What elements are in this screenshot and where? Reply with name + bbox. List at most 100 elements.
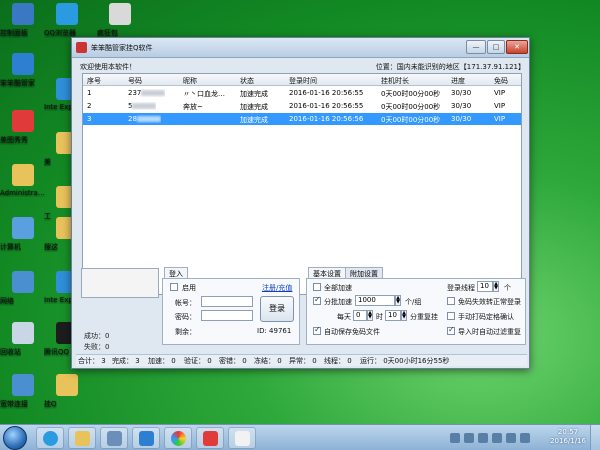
- col-qq[interactable]: 号码: [128, 76, 142, 86]
- desktop-icon-meitu[interactable]: 美图秀秀: [0, 110, 46, 144]
- taskbar-explorer[interactable]: [68, 427, 96, 449]
- cell-duration: 0天00时00分00秒: [381, 90, 441, 98]
- hour-spinner[interactable]: ▲ ▼: [367, 310, 373, 321]
- tray-icon[interactable]: [450, 433, 460, 443]
- col-vip[interactable]: 免码: [494, 76, 508, 86]
- cell-login: 2016-01-16 20:56:55: [289, 89, 364, 97]
- control-panel-icon: [12, 3, 34, 25]
- desktop-icon-recycle-bin[interactable]: 回收站: [0, 322, 46, 356]
- hang-qq-icon: [56, 374, 78, 396]
- cell-qq: 28: [128, 115, 161, 123]
- desktop-icon-broadband[interactable]: 宽带连接: [0, 374, 46, 408]
- tray-icon[interactable]: [464, 433, 474, 443]
- auto-filter-label: 导入时自动过滤重复: [458, 328, 521, 336]
- tray-icon[interactable]: [506, 433, 516, 443]
- maximize-button[interactable]: □: [487, 40, 505, 54]
- cell-login: 2016-01-16 20:56:55: [289, 102, 364, 110]
- desktop-icon-qq-browser[interactable]: QQ浏览器: [44, 3, 90, 37]
- cell-vip: VIP: [494, 102, 506, 110]
- desktop-icon-label: 宽带连接: [0, 400, 28, 408]
- show-desktop-button[interactable]: [590, 425, 600, 450]
- tray-icon[interactable]: [492, 433, 502, 443]
- desktop-icon-app-manager[interactable]: 笨笨酷管家: [0, 53, 46, 87]
- register-link[interactable]: 注册/充值: [262, 283, 292, 293]
- taskbar-meitu[interactable]: [196, 427, 224, 449]
- tab-extra-settings[interactable]: 附加设置: [345, 267, 383, 278]
- cell-nick: 奔放~: [183, 103, 203, 111]
- remaining-label: 剩余：: [175, 328, 196, 336]
- minimize-button[interactable]: —: [466, 40, 486, 54]
- desktop-icon-label: 控制面板: [0, 29, 28, 37]
- red-packet-icon: [109, 3, 131, 25]
- desktop-icon-administrator[interactable]: Administra…: [0, 164, 46, 197]
- table-row-selected[interactable]: 3 28 加速完成 2016-01-16 20:56:56 0天00时00分00…: [83, 113, 521, 125]
- login-button[interactable]: 登录: [260, 296, 294, 322]
- account-label: 帐号：: [175, 299, 196, 307]
- account-table[interactable]: 序号 号码 昵称 状态 登录时间 挂机时长 进度 免码 1 237 〃丶口血龙……: [82, 73, 522, 295]
- all-accelerate-checkbox[interactable]: [313, 283, 321, 291]
- status-abnormal: 异常： 0: [289, 357, 317, 365]
- status-total: 合计： 3: [78, 357, 106, 365]
- status-bar: 合计： 3 完成： 3 加速： 0 验证： 0 密错： 0 冻结： 0 异常： …: [76, 354, 527, 366]
- login-threads-input[interactable]: 10: [477, 281, 493, 292]
- desktop-icon-label: Administra…: [0, 189, 45, 197]
- table-row[interactable]: 1 237 〃丶口血龙… 加速完成 2016-01-16 20:56:55 0天…: [83, 87, 521, 99]
- taskbar-paw[interactable]: [228, 427, 256, 449]
- qq-browser-icon: [56, 3, 78, 25]
- batch-size-input[interactable]: 1000: [355, 295, 395, 306]
- recycle-bin-icon: [12, 322, 34, 344]
- status-verify: 验证： 0: [184, 357, 212, 365]
- desktop-icon-label: 腾讯QQ: [44, 348, 70, 356]
- col-status[interactable]: 状态: [240, 76, 254, 86]
- status-running: 运行： 0天00小时16分55秒: [360, 357, 450, 365]
- start-button[interactable]: [3, 426, 27, 450]
- manual-confirm-label: 手动打码定格确认: [458, 313, 514, 321]
- desktop-icon-label: 计算机: [0, 243, 21, 251]
- taskbar-pinwheel[interactable]: [164, 427, 192, 449]
- taskbar-clock[interactable]: 20:57 2016/1/16: [550, 428, 586, 446]
- tray-icon[interactable]: [478, 433, 488, 443]
- cell-no: 2: [87, 102, 92, 110]
- enable-checkbox[interactable]: [170, 283, 178, 291]
- taskbar-media[interactable]: [100, 427, 128, 449]
- desktop-icon-label: 网络: [0, 297, 14, 305]
- desktop-icon-control-panel[interactable]: 控制面板: [0, 3, 46, 37]
- desktop-icon-red-packet[interactable]: 疯狂包: [97, 3, 143, 37]
- auto-filter-checkbox[interactable]: [447, 325, 455, 335]
- free-code-fallback-checkbox[interactable]: [447, 297, 455, 305]
- desktop-icon-network[interactable]: 网络: [0, 271, 46, 305]
- system-tray[interactable]: [450, 429, 530, 447]
- desktop-icon-hang-qq[interactable]: 挂Q: [44, 374, 90, 408]
- col-duration[interactable]: 挂机时长: [381, 76, 409, 86]
- password-input[interactable]: [201, 310, 253, 321]
- taskbar-qq-browser[interactable]: [36, 427, 64, 449]
- col-progress[interactable]: 进度: [451, 76, 465, 86]
- status-password-error: 密错： 0: [219, 357, 247, 365]
- account-input[interactable]: [201, 296, 253, 307]
- col-login[interactable]: 登录时间: [289, 76, 317, 86]
- minute-spinner[interactable]: ▲ ▼: [401, 310, 407, 321]
- manual-confirm-checkbox[interactable]: [447, 312, 455, 320]
- tab-basic-settings[interactable]: 基本设置: [308, 267, 346, 278]
- daily-minute-input[interactable]: 10: [385, 310, 401, 321]
- clock-time: 20:57: [557, 428, 579, 436]
- col-nick[interactable]: 昵称: [183, 76, 197, 86]
- status-done: 完成： 3: [112, 357, 140, 365]
- table-row[interactable]: 2 5 奔放~ 加速完成 2016-01-16 20:56:55 0天00时00…: [83, 100, 521, 112]
- tab-login[interactable]: 登入: [164, 267, 188, 278]
- cell-no: 1: [87, 89, 92, 97]
- col-no[interactable]: 序号: [87, 76, 101, 86]
- batch-spinner[interactable]: ▲ ▼: [395, 295, 401, 306]
- daily-hour-input[interactable]: 0: [353, 310, 367, 321]
- close-button[interactable]: ✕: [506, 40, 528, 54]
- taskbar-shield[interactable]: [132, 427, 160, 449]
- location-text: 位置：国内未能识别的地区【171.37.91.121】: [375, 63, 525, 71]
- desktop-icon-computer[interactable]: 计算机: [0, 217, 46, 251]
- tray-icon[interactable]: [520, 433, 530, 443]
- computer-icon: [12, 217, 34, 239]
- threads-spinner[interactable]: ▲ ▼: [493, 281, 499, 292]
- auto-save-checkbox[interactable]: [313, 325, 321, 335]
- batch-accelerate-checkbox[interactable]: [313, 295, 321, 305]
- title-bar[interactable]: 笨笨酷管家挂Q软件 — □ ✕: [72, 38, 529, 58]
- login-panel: 启用 注册/充值 帐号： 密码： 登录 剩余： ID: 49761: [162, 278, 300, 345]
